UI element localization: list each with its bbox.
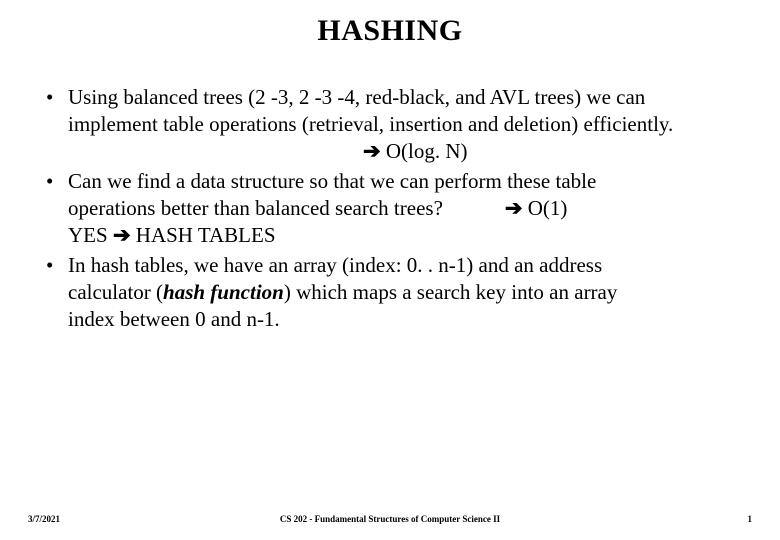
bullet-3-line-1: In hash tables, we have an array (index:…	[68, 253, 602, 277]
bullet-2-line-2b: O(1)	[523, 196, 568, 220]
arrow-icon: ➔	[363, 140, 381, 163]
bullet-2-yes-text: YES	[68, 223, 113, 247]
bullet-3-hash-function: hash function	[163, 280, 284, 304]
bullet-2-line-2: operations better than balanced search t…	[68, 195, 760, 223]
bullet-2-line-2a: operations better than balanced search t…	[68, 196, 443, 220]
bullet-3-line-2b: ) which maps a search key into an array	[284, 280, 618, 304]
bullet-2-yes: YES ➔ HASH TABLES	[68, 222, 760, 250]
arrow-icon: ➔	[505, 197, 523, 220]
arrow-icon: ➔	[113, 224, 131, 247]
bullet-3-line-2: calculator (hash function) which maps a …	[68, 279, 760, 306]
bullet-2-yes-after: HASH TABLES	[131, 223, 276, 247]
bullet-1-line-2: implement table operations (retrieval, i…	[68, 111, 760, 138]
bullet-3-line-3: index between 0 and n-1.	[68, 306, 760, 333]
bullet-2-line-1: Can we find a data structure so that we …	[68, 169, 596, 193]
bullet-1-line-1: Using balanced trees (2 -3, 2 -3 -4, red…	[68, 85, 645, 109]
bullet-2: Can we find a data structure so that we …	[44, 168, 760, 251]
slide-body: Using balanced trees (2 -3, 2 -3 -4, red…	[0, 84, 780, 333]
bullet-1: Using balanced trees (2 -3, 2 -3 -4, red…	[44, 84, 760, 166]
footer-course: CS 202 - Fundamental Structures of Compu…	[0, 514, 780, 524]
footer-page: 1	[748, 514, 753, 524]
bullet-1-complexity-text: O(log. N)	[381, 139, 468, 163]
bullet-3-line-2a: calculator (	[68, 280, 163, 304]
bullet-1-complexity: ➔ O(log. N)	[68, 138, 760, 166]
slide-title: HASHING	[0, 14, 780, 48]
bullet-3: In hash tables, we have an array (index:…	[44, 252, 760, 333]
